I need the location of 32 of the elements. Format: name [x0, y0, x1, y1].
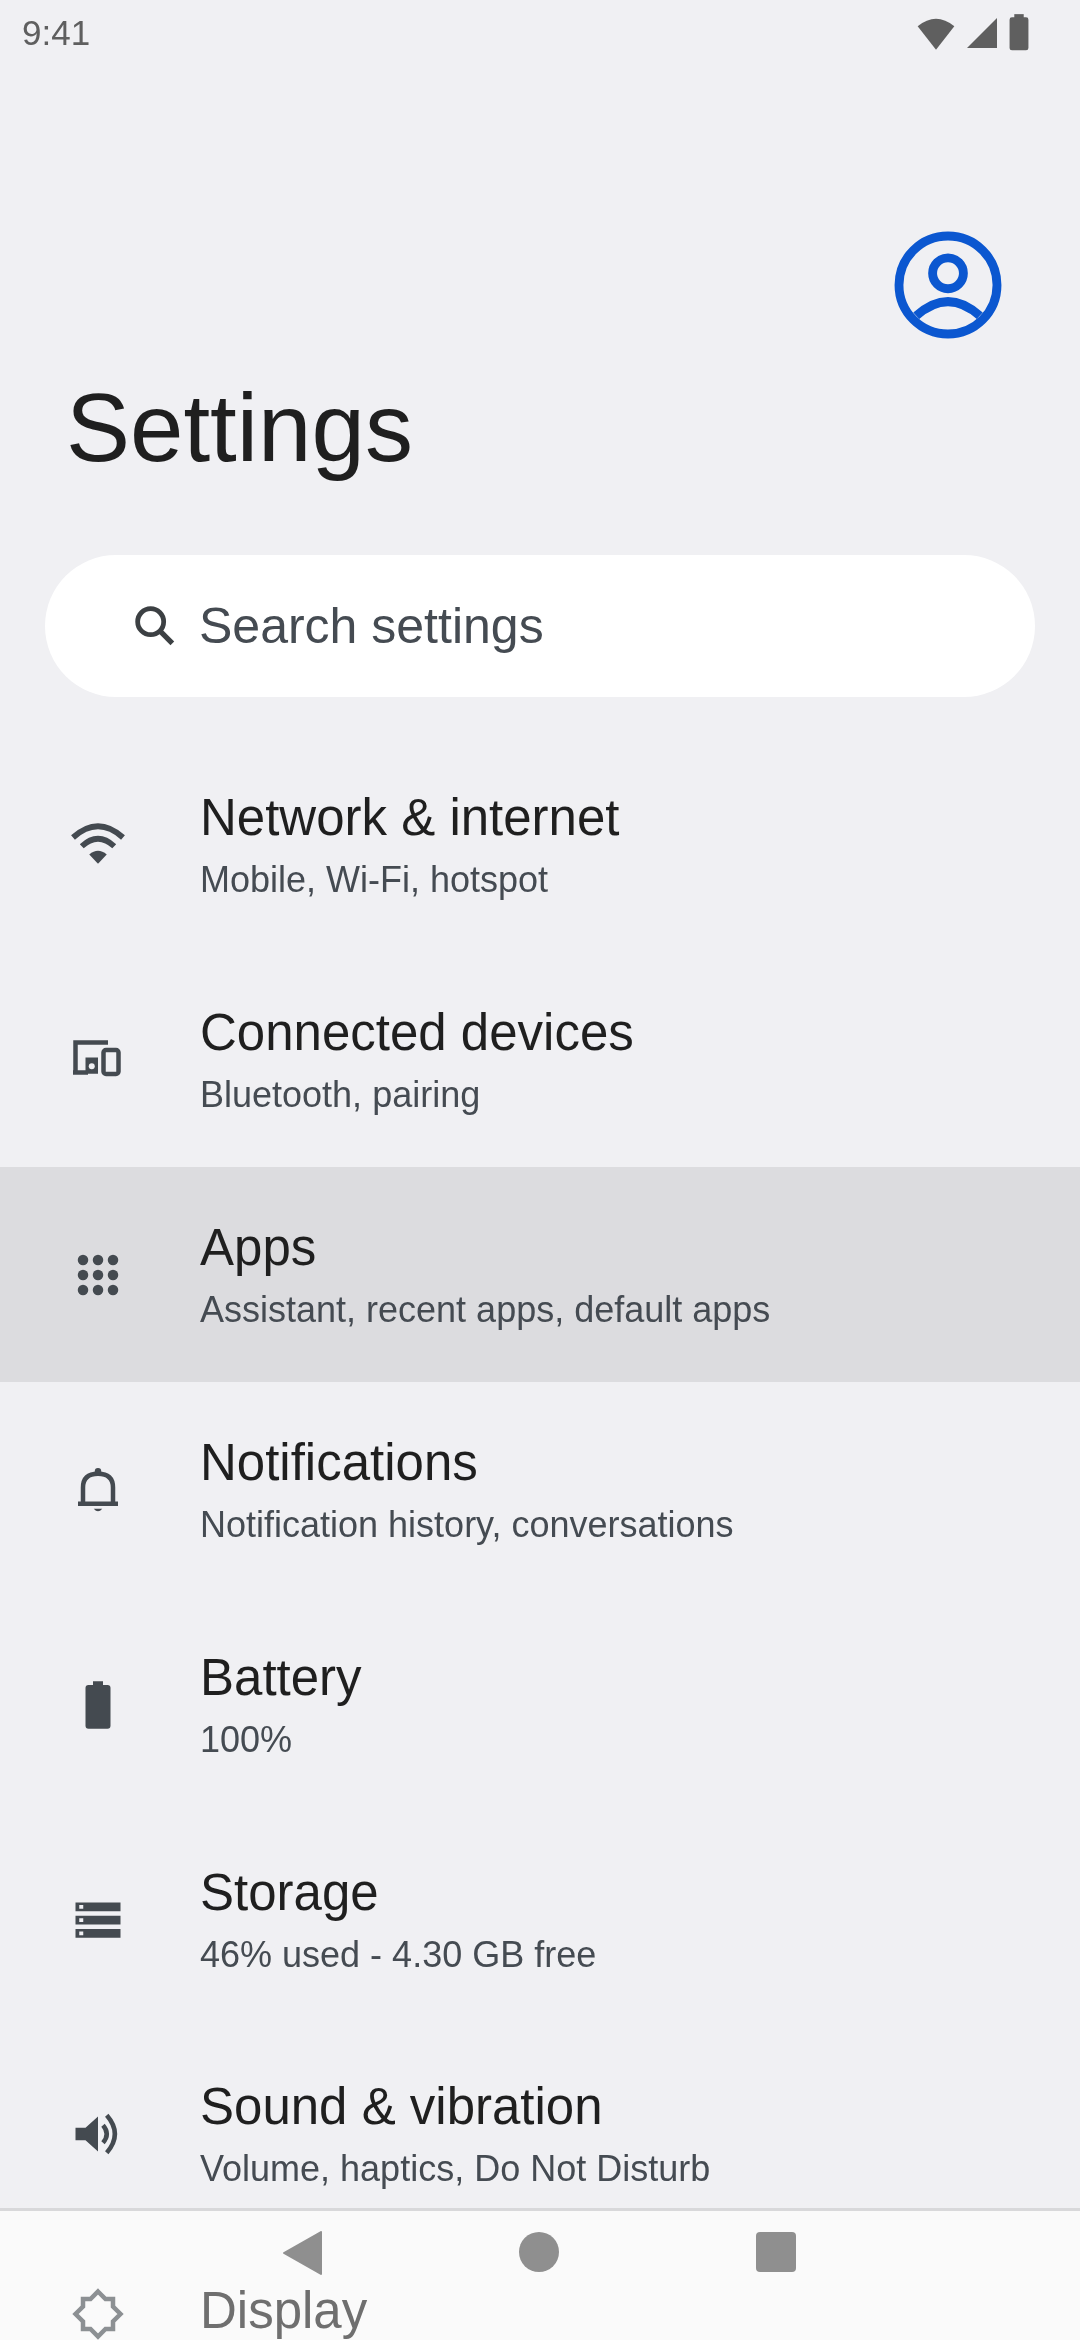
home-icon[interactable] [518, 2231, 560, 2273]
item-subtitle: Assistant, recent apps, default apps [200, 1287, 771, 1332]
item-subtitle: Mobile, Wi-Fi, hotspot [200, 857, 550, 902]
item-title: Display [200, 2282, 368, 2340]
recents-icon[interactable] [755, 2231, 798, 2273]
settings-item[interactable]: Battery 100% [0, 1597, 1080, 1812]
back-icon[interactable] [282, 2231, 323, 2275]
item-subtitle: 46% used - 4.30 GB free [200, 1932, 597, 1977]
item-title: Storage [200, 1862, 380, 1923]
settings-item[interactable]: Notifications Notification history, conversations [0, 1382, 1080, 1597]
settings-item[interactable]: Display [0, 2282, 368, 2340]
item-title: Network & internet [200, 787, 620, 848]
item-title: Connected devices [200, 1002, 634, 1063]
search-field[interactable]: Search settings [45, 555, 1035, 697]
status-time: 9:41 [22, 13, 91, 53]
battery-icon [1008, 13, 1030, 53]
item-subtitle: Volume, haptics, Do Not Disturb [200, 2147, 711, 2191]
settings-item[interactable]: Sound & vibration Volume, haptics, Do Not Disturb [0, 2027, 1080, 2218]
account-icon [892, 229, 1004, 341]
item-subtitle: Bluetooth, pairing [200, 1072, 482, 1117]
item-subtitle: 100% [200, 1717, 294, 1762]
settings-item[interactable]: Storage 46% used - 4.30 GB free [0, 1812, 1080, 2027]
page-title: Settings [65, 373, 414, 483]
settings-item[interactable]: Network & internet Mobile, Wi-Fi, hotspot [0, 737, 1080, 952]
item-title: Sound & vibration [200, 2077, 604, 2137]
item-title: Notifications [200, 1432, 479, 1493]
settings-item[interactable]: Apps Assistant, recent apps, default apps [0, 1167, 1080, 1382]
account-button[interactable] [892, 229, 1004, 341]
item-subtitle: Notification history, conversations [200, 1502, 734, 1547]
item-title: Battery [200, 1647, 362, 1708]
settings-item[interactable]: Connected devices Bluetooth, pairing [0, 952, 1080, 1167]
item-title: Apps [200, 1217, 318, 1278]
